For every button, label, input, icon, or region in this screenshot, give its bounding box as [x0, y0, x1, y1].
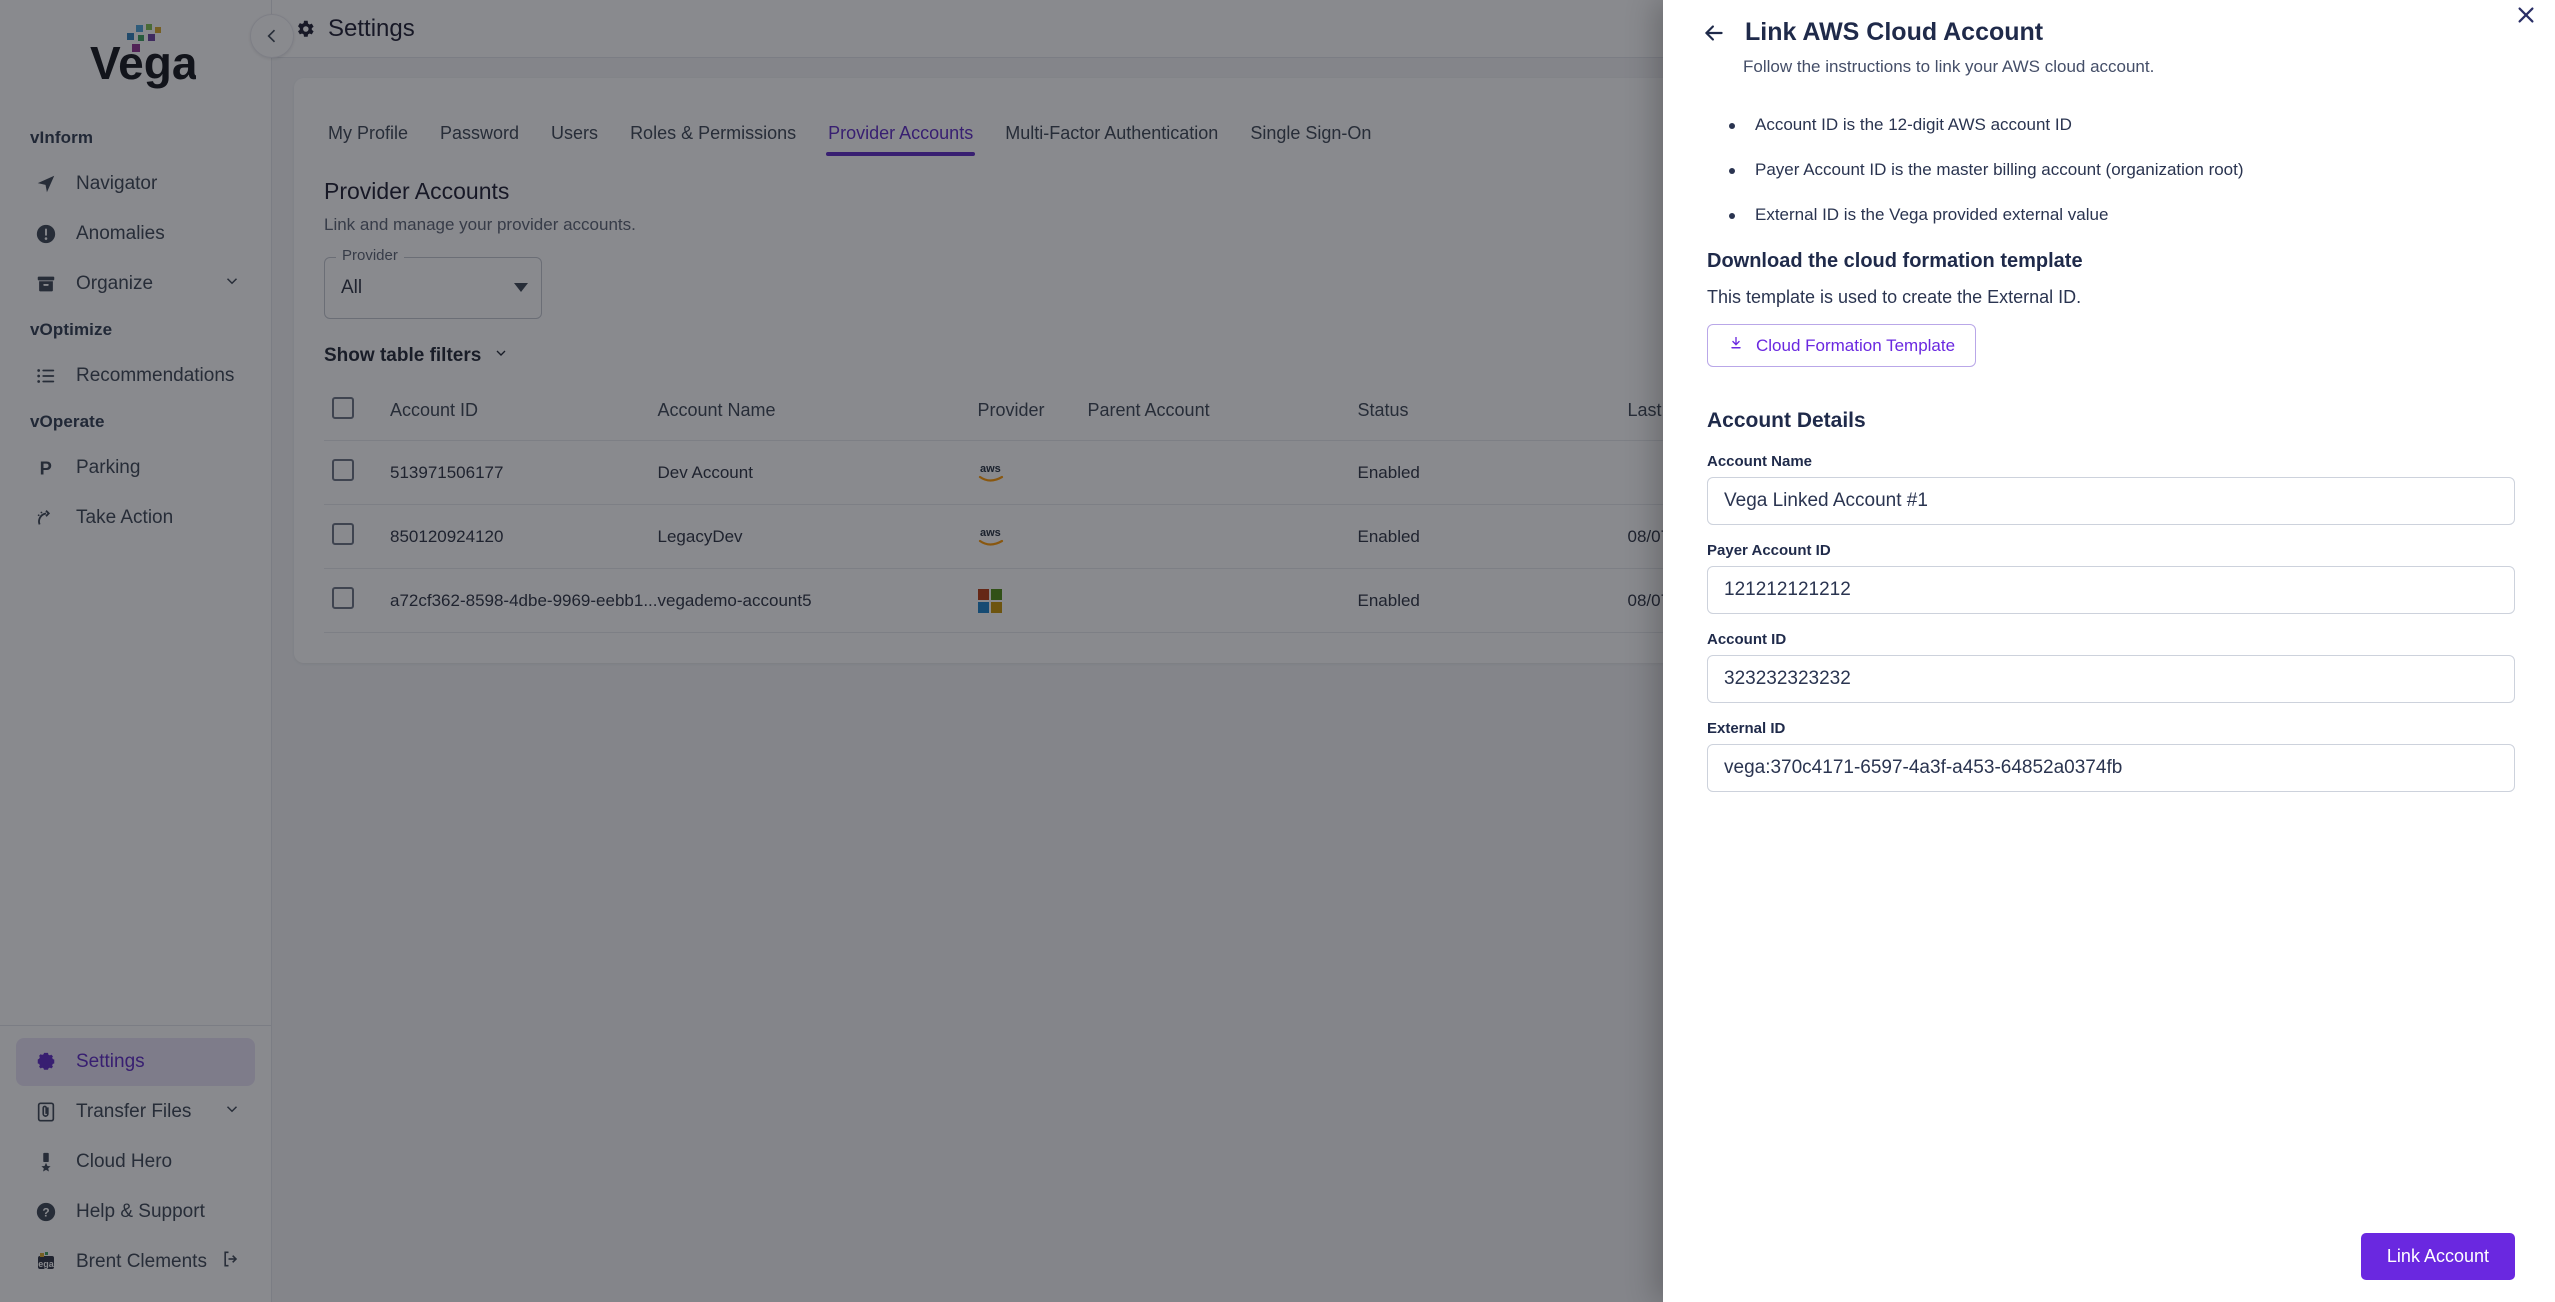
link-aws-cloud-account-drawer: Link AWS Cloud Account Follow the instru… [1663, 0, 2555, 1302]
download-template-heading: Download the cloud formation template [1707, 250, 2083, 272]
external-id-input[interactable] [1707, 744, 2515, 792]
cloud-formation-template-button[interactable]: Cloud Formation Template [1707, 324, 1977, 367]
field-label-account-name: Account Name [1707, 453, 1813, 470]
drawer-title: Link AWS Cloud Account [1745, 18, 2044, 46]
list-item: Account ID is the 12-digit AWS account I… [1707, 115, 2515, 135]
list-item: External ID is the Vega provided externa… [1707, 205, 2515, 225]
download-template-text: This template is used to create the Exte… [1707, 287, 2082, 307]
download-icon [1728, 335, 1744, 356]
list-item: Payer Account ID is the master billing a… [1707, 160, 2515, 180]
field-external-id: External ID [1707, 720, 2515, 792]
field-account-name: Account Name [1707, 453, 2515, 525]
cloud-formation-template-label: Cloud Formation Template [1756, 335, 1956, 355]
payer-account-id-input[interactable] [1707, 566, 2515, 614]
drawer-body: Account ID is the 12-digit AWS account I… [1663, 77, 2555, 1233]
field-label-external-id: External ID [1707, 720, 1786, 737]
account-name-input[interactable] [1707, 477, 2515, 525]
field-payer-account-id: Payer Account ID [1707, 542, 2515, 614]
drawer-footer: Link Account [1663, 1233, 2555, 1302]
drawer-header: Link AWS Cloud Account Follow the instru… [1663, 0, 2555, 77]
field-label-payer-account-id: Payer Account ID [1707, 542, 1831, 559]
account-details-heading: Account Details [1707, 409, 1866, 432]
link-account-button[interactable]: Link Account [2360, 1233, 2515, 1280]
arrow-left-icon[interactable] [1701, 20, 1727, 46]
instructions-list: Account ID is the 12-digit AWS account I… [1707, 115, 2515, 225]
drawer-subtitle: Follow the instructions to link your AWS… [1743, 57, 2155, 76]
account-id-input[interactable] [1707, 655, 2515, 703]
field-account-id: Account ID [1707, 631, 2515, 703]
close-icon[interactable] [2515, 4, 2537, 31]
field-label-account-id: Account ID [1707, 631, 1787, 648]
